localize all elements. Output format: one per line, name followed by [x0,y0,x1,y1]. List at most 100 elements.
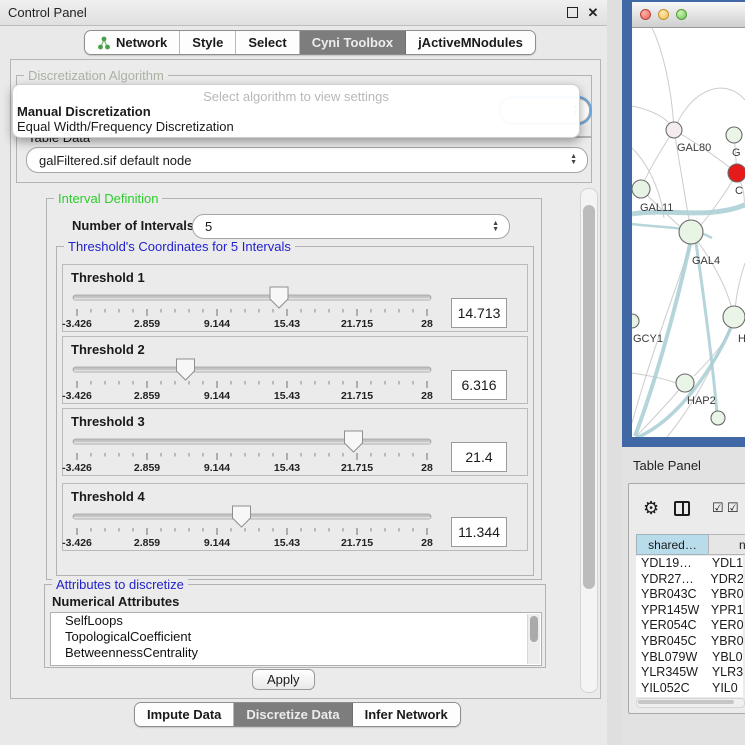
attribute-item[interactable]: TopologicalCoefficient [51,629,541,645]
svg-text:21.715: 21.715 [341,537,373,549]
tab-jactivemnodules[interactable]: jActiveMNodules [406,31,535,54]
cell-name: YDR2 [708,572,743,588]
panel-divider[interactable] [607,0,622,745]
tab-style[interactable]: Style [180,31,236,54]
close-icon[interactable]: ✕ [587,7,599,19]
network-node[interactable] [679,220,703,244]
threshold-slider[interactable]: -3.4262.8599.14415.4321.71528 [65,504,445,550]
scrollbar-thumb[interactable] [583,205,595,589]
network-node[interactable] [723,306,745,328]
tab-label: Network [116,35,167,50]
network-edge [674,88,745,130]
network-window-titlebar[interactable] [632,2,745,28]
scrollbar-thumb[interactable] [638,700,734,704]
svg-text:9.144: 9.144 [204,537,230,549]
network-edge [700,173,737,226]
table-column-header-shared[interactable]: shared… [636,534,709,555]
number-of-intervals-spinner[interactable]: 5 ▲▼ [192,214,510,239]
svg-text:2.859: 2.859 [134,462,160,474]
threshold-value-field[interactable]: 21.4 [451,442,507,472]
threshold-slider[interactable]: -3.4262.8599.14415.4321.71528 [65,285,445,331]
table-row[interactable]: YDR27…YDR2 [636,572,743,588]
apply-button[interactable]: Apply [252,669,315,690]
cell-name: YBL0 [710,650,743,666]
cell-shared-name: YPR145W [636,603,709,619]
panel-vertical-scrollbar[interactable] [580,188,598,693]
tab-select[interactable]: Select [236,31,299,54]
table-row[interactable]: YDL19…YDL1 [636,556,743,572]
threshold-slider[interactable]: -3.4262.8599.14415.4321.71528 [65,357,445,403]
threshold-label: Threshold 1 [71,270,145,285]
network-node[interactable] [676,374,694,392]
panel-title: Control Panel [8,5,557,20]
cell-shared-name: YLR345W [636,665,710,681]
tab-network[interactable]: Network [85,31,180,54]
attribute-item[interactable]: BetweennessCentrality [51,645,541,661]
threshold-row-3: Threshold 3-3.4262.8599.14415.4321.71528… [62,408,528,476]
numerical-attributes-label: Numerical Attributes [52,594,179,609]
slider-thumb [344,431,362,452]
tab-impute-data[interactable]: Impute Data [135,703,234,726]
network-node[interactable] [666,122,682,138]
network-node[interactable] [728,164,745,182]
scrollbar-thumb[interactable] [530,616,538,642]
checkbox-icon[interactable]: ☑ [712,500,724,516]
cell-name: YLR3 [710,665,743,681]
tab-infer-network[interactable]: Infer Network [353,703,460,726]
network-canvas[interactable]: GAL80GCGAL11GAL4GCY1HHAP2 [632,28,745,437]
attribute-item[interactable]: SelfLoops [51,613,541,629]
gear-icon[interactable]: ⚙ [643,498,659,519]
table-column-header-name[interactable]: n [708,534,745,555]
cell-shared-name: YDL19… [636,556,710,572]
table-row[interactable]: YER054CYER0 [636,618,743,634]
threshold-slider[interactable]: -3.4262.8599.14415.4321.71528 [65,429,445,475]
table-row[interactable]: YLR345WYLR3 [636,665,743,681]
threshold-label: Threshold 2 [71,342,145,357]
svg-text:-3.426: -3.426 [62,537,92,549]
table-data-value: galFiltered.sif default node [39,153,191,168]
table-horizontal-scrollbar[interactable] [636,698,745,708]
float-window-icon[interactable] [566,7,578,19]
zoom-traffic-light-icon[interactable] [676,9,687,20]
svg-text:9.144: 9.144 [204,390,230,402]
split-columns-icon[interactable] [674,501,690,516]
network-node[interactable] [632,314,639,328]
table-rows[interactable]: YDL19…YDL1YDR27…YDR2YBR043CYBR0YPR145WYP… [636,556,743,697]
node-label: HAP2 [687,395,716,407]
minimize-traffic-light-icon[interactable] [658,9,669,20]
interval-definition-title: Interval Definition [54,192,162,205]
cell-name: YDL1 [710,556,743,572]
table-row[interactable]: YIL052CYIL0 [636,681,743,697]
numerical-attributes-list[interactable]: SelfLoopsTopologicalCoefficientBetweenne… [50,612,542,666]
network-node[interactable] [632,180,650,198]
table-row[interactable]: YBR045CYBR0 [636,634,743,650]
algorithm-option-2[interactable]: Equal Width/Frequency Discretization [16,119,576,134]
algorithm-option-1[interactable]: Manual Discretization [16,104,576,119]
stepper-arrows-icon: ▲▼ [492,221,499,233]
svg-text:-3.426: -3.426 [62,462,92,474]
svg-text:15.43: 15.43 [274,390,300,402]
svg-text:28: 28 [421,462,433,474]
close-traffic-light-icon[interactable] [640,9,651,20]
network-node[interactable] [726,127,742,143]
threshold-value-field[interactable]: 11.344 [451,517,507,547]
cell-name: YER0 [709,618,743,634]
list-vertical-scrollbar[interactable] [527,614,540,664]
tab-discretize-data[interactable]: Discretize Data [234,703,352,726]
checkbox-icon[interactable]: ☑ [727,500,739,516]
svg-text:15.43: 15.43 [274,318,300,330]
threshold-row-4: Threshold 4-3.4262.8599.14415.4321.71528… [62,483,528,551]
threshold-value-field[interactable]: 14.713 [451,298,507,328]
table-row[interactable]: YBL079WYBL0 [636,650,743,666]
number-of-intervals-label: Number of Intervals [72,218,194,233]
tab-label: Style [192,35,223,50]
network-node[interactable] [711,411,725,425]
attributes-group-title: Attributes to discretize [52,578,188,591]
table-row[interactable]: YBR043CYBR0 [636,587,743,603]
table-data-select[interactable]: galFiltered.sif default node ▲▼ [26,147,588,173]
threshold-value-field[interactable]: 6.316 [451,370,507,400]
tab-cyni-toolbox[interactable]: Cyni Toolbox [300,31,406,54]
table-row[interactable]: YPR145WYPR1 [636,603,743,619]
cell-shared-name: YIL052C [636,681,710,697]
bottom-tab-bar: Impute DataDiscretize DataInfer Network [134,702,461,727]
